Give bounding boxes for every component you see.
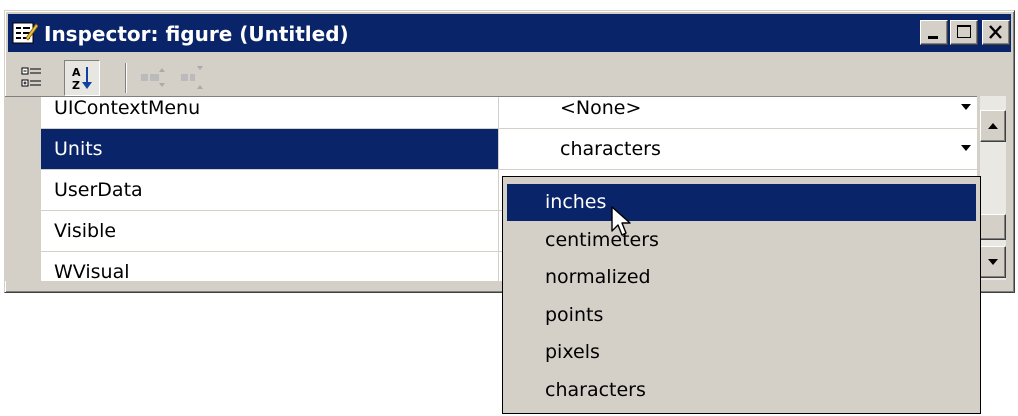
dropdown-option-normalized[interactable]: normalized bbox=[507, 259, 976, 296]
svg-text:A: A bbox=[72, 66, 81, 79]
property-name: UIContextMenu bbox=[41, 97, 499, 128]
units-dropdown-list[interactable]: inches centimeters normalized points pix… bbox=[502, 176, 981, 414]
property-name: Units bbox=[41, 129, 499, 169]
inspector-icon bbox=[12, 20, 39, 46]
property-name: WVisual bbox=[41, 252, 499, 281]
grid-gutter bbox=[5, 97, 41, 281]
window-title: Inspector: figure (Untitled) bbox=[44, 22, 349, 46]
expand-all-icon[interactable] bbox=[135, 60, 171, 96]
property-value[interactable]: characters bbox=[499, 129, 977, 169]
property-name: Visible bbox=[41, 211, 499, 251]
property-value[interactable]: <None> bbox=[499, 97, 977, 128]
mouse-cursor-icon bbox=[611, 206, 631, 236]
dropdown-option-characters[interactable]: characters bbox=[507, 372, 976, 409]
collapse-all-icon[interactable] bbox=[175, 60, 211, 96]
categorized-view-icon[interactable] bbox=[14, 60, 50, 96]
property-row[interactable]: UIContextMenu <None> bbox=[41, 97, 977, 129]
property-name: UserData bbox=[41, 170, 499, 210]
toolbar-separator bbox=[125, 63, 127, 93]
alphabetical-sort-icon[interactable]: A Z bbox=[64, 60, 100, 96]
dropdown-option-points[interactable]: points bbox=[507, 297, 976, 334]
vertical-scrollbar[interactable] bbox=[980, 96, 1006, 280]
dropdown-option-pixels[interactable]: pixels bbox=[507, 334, 976, 371]
minimize-icon[interactable] bbox=[920, 20, 948, 45]
dropdown-arrow-icon[interactable] bbox=[961, 145, 971, 151]
toolbar: A Z bbox=[8, 54, 1011, 102]
property-row-selected[interactable]: Units characters bbox=[41, 129, 977, 170]
scroll-thumb[interactable] bbox=[980, 214, 1006, 240]
dropdown-option-centimeters[interactable]: centimeters bbox=[507, 222, 976, 259]
maximize-icon[interactable] bbox=[950, 20, 978, 45]
dropdown-option-inches[interactable]: inches bbox=[507, 184, 976, 221]
scroll-down-icon[interactable] bbox=[980, 246, 1006, 278]
dropdown-arrow-icon[interactable] bbox=[961, 104, 971, 110]
title-bar[interactable]: Inspector: figure (Untitled) bbox=[8, 14, 1011, 52]
svg-text:Z: Z bbox=[72, 79, 80, 92]
close-icon[interactable] bbox=[982, 20, 1010, 45]
scroll-up-icon[interactable] bbox=[980, 110, 1006, 142]
